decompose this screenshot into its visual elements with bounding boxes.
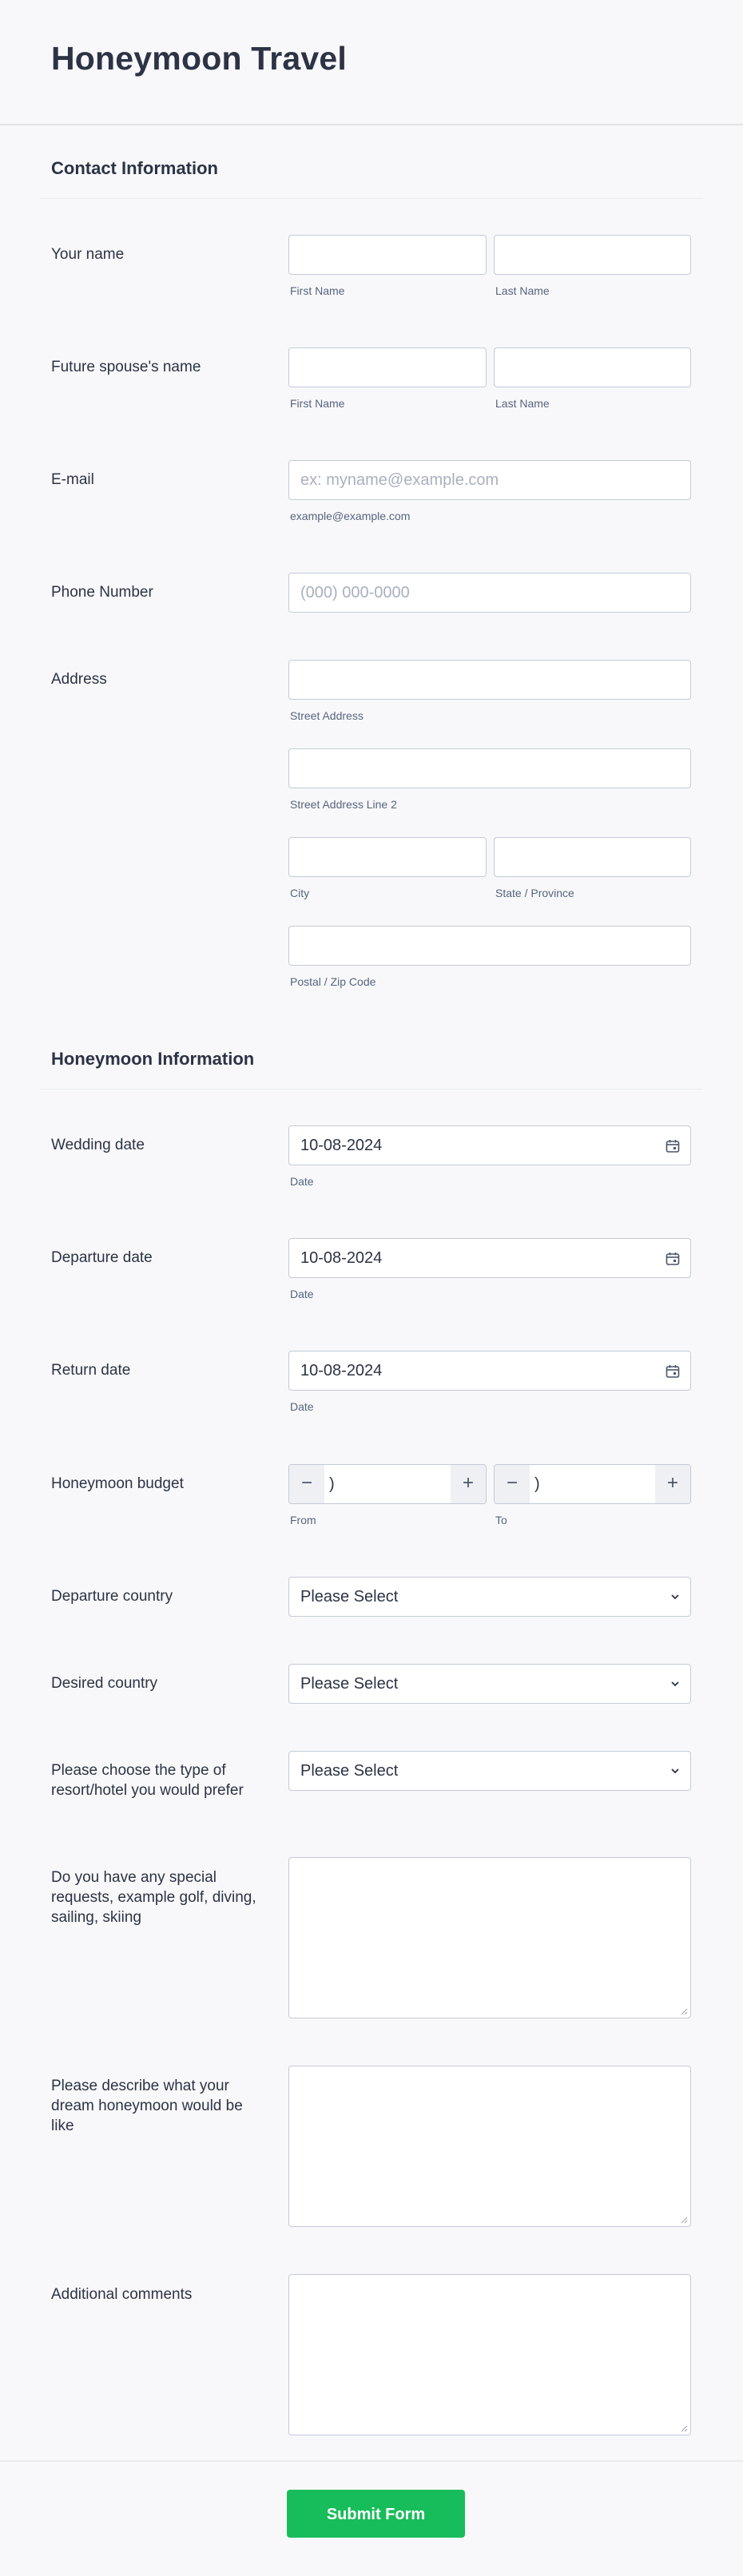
departure-date-label: Departure date xyxy=(51,1249,153,1266)
spouse-first-name-sublabel: First Name xyxy=(290,397,345,410)
state-input[interactable] xyxy=(494,837,691,877)
your-last-name-input[interactable] xyxy=(494,235,691,275)
resize-grip-icon[interactable] xyxy=(680,2216,688,2224)
street-address-line2-input[interactable] xyxy=(288,748,691,788)
budget-to-decrement-button[interactable]: − xyxy=(495,1465,530,1503)
your-name-label: Your name xyxy=(51,246,125,263)
budget-to-value[interactable]: ) xyxy=(534,1475,540,1494)
state-sublabel: State / Province xyxy=(495,887,574,899)
zip-sublabel: Postal / Zip Code xyxy=(290,975,376,988)
street-address-sublabel: Street Address xyxy=(290,709,364,722)
calendar-icon[interactable] xyxy=(665,1138,681,1154)
city-input[interactable] xyxy=(288,837,487,877)
return-date-input[interactable]: 10-08-2024 xyxy=(288,1351,691,1391)
your-first-name-sublabel: First Name xyxy=(290,284,345,297)
dream-honeymoon-textarea[interactable] xyxy=(288,2066,691,2227)
budget-label: Honeymoon budget xyxy=(51,1475,184,1492)
budget-to-spinner[interactable]: − ) + xyxy=(494,1464,691,1504)
street-address-input[interactable] xyxy=(288,660,691,700)
section-divider xyxy=(40,198,703,199)
return-date-sublabel: Date xyxy=(290,1400,314,1413)
comments-textarea[interactable] xyxy=(288,2274,691,2435)
resort-type-value: Please Select xyxy=(300,1762,399,1780)
form-header: Honeymoon Travel xyxy=(0,0,743,125)
special-requests-label: Do you have any special requests, exampl… xyxy=(51,1869,256,1926)
budget-from-spinner[interactable]: − ) + xyxy=(288,1464,487,1504)
budget-to-sublabel: To xyxy=(495,1514,507,1526)
chevron-down-icon xyxy=(671,1768,679,1774)
return-date-value: 10-08-2024 xyxy=(300,1362,383,1379)
calendar-icon[interactable] xyxy=(665,1363,681,1379)
departure-country-value: Please Select xyxy=(300,1588,399,1606)
your-first-name-input[interactable] xyxy=(288,235,487,275)
form-page: Honeymoon Travel Contact Information You… xyxy=(0,0,743,2576)
street-address-line2-sublabel: Street Address Line 2 xyxy=(290,798,397,811)
form-title: Honeymoon Travel xyxy=(51,40,348,77)
calendar-icon[interactable] xyxy=(665,1251,681,1267)
address-label: Address xyxy=(51,671,107,688)
desired-country-value: Please Select xyxy=(300,1675,399,1693)
budget-from-value[interactable]: ) xyxy=(329,1475,335,1494)
budget-from-sublabel: From xyxy=(290,1514,316,1526)
city-sublabel: City xyxy=(290,887,310,899)
desired-country-select[interactable]: Please Select xyxy=(288,1664,691,1704)
phone-label: Phone Number xyxy=(51,584,153,601)
email-sublabel: example@example.com xyxy=(290,510,411,522)
return-date-label: Return date xyxy=(51,1362,131,1379)
wedding-date-value: 10-08-2024 xyxy=(300,1137,383,1154)
phone-input[interactable] xyxy=(288,573,691,613)
budget-from-decrement-button[interactable]: − xyxy=(289,1465,324,1503)
section-title-honeymoon: Honeymoon Information xyxy=(51,1049,255,1069)
budget-from-increment-button[interactable]: + xyxy=(451,1465,486,1503)
desired-country-label: Desired country xyxy=(51,1675,158,1692)
special-requests-textarea[interactable] xyxy=(288,1857,691,2018)
departure-country-label: Departure country xyxy=(51,1588,173,1605)
submit-button[interactable]: Submit Form xyxy=(287,2490,465,2538)
spouse-last-name-sublabel: Last Name xyxy=(495,397,550,410)
resort-type-label: Please choose the type of resort/hotel y… xyxy=(51,1762,244,1799)
resize-grip-icon[interactable] xyxy=(680,2424,688,2432)
wedding-date-sublabel: Date xyxy=(290,1175,314,1188)
your-last-name-sublabel: Last Name xyxy=(495,284,550,297)
spouse-name-label: Future spouse's name xyxy=(51,359,201,375)
email-label: E-mail xyxy=(51,471,94,488)
departure-date-input[interactable]: 10-08-2024 xyxy=(288,1238,691,1278)
zip-input[interactable] xyxy=(288,926,691,966)
chevron-down-icon xyxy=(671,1594,679,1600)
departure-date-sublabel: Date xyxy=(290,1288,314,1300)
comments-label: Additional comments xyxy=(51,2286,193,2303)
spouse-last-name-input[interactable] xyxy=(494,347,691,387)
resort-type-select[interactable]: Please Select xyxy=(288,1751,691,1791)
section-title-contact: Contact Information xyxy=(51,158,218,178)
email-input[interactable] xyxy=(288,460,691,500)
budget-to-increment-button[interactable]: + xyxy=(655,1465,690,1503)
spouse-first-name-input[interactable] xyxy=(288,347,487,387)
departure-date-value: 10-08-2024 xyxy=(300,1249,383,1267)
departure-country-select[interactable]: Please Select xyxy=(288,1577,691,1617)
wedding-date-input[interactable]: 10-08-2024 xyxy=(288,1125,691,1165)
chevron-down-icon xyxy=(671,1681,679,1687)
wedding-date-label: Wedding date xyxy=(51,1137,145,1153)
dream-honeymoon-label: Please describe what your dream honeymoo… xyxy=(51,2078,243,2134)
footer-divider xyxy=(0,2460,743,2462)
resize-grip-icon[interactable] xyxy=(680,2007,688,2015)
section-divider xyxy=(40,1089,703,1090)
